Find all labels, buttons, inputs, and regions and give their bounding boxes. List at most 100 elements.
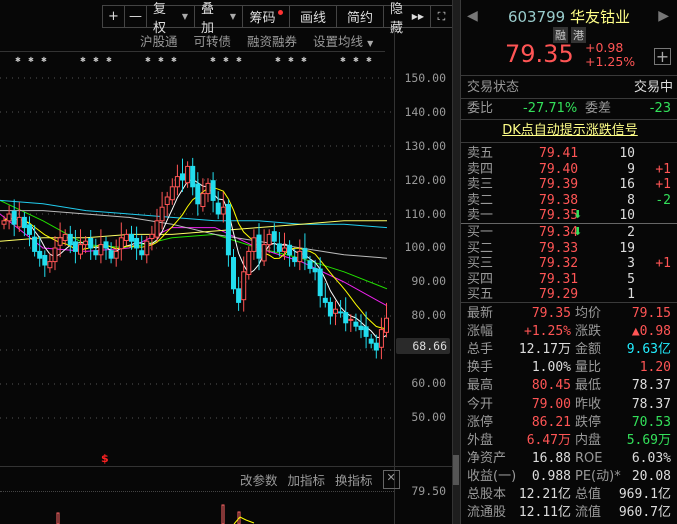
stat-label: 总值 xyxy=(575,487,602,502)
event-icon: ✱ xyxy=(366,56,372,64)
y-tick: 50.00 xyxy=(411,410,446,424)
dk-signal-link[interactable]: DK点自动提示涨跌信号 xyxy=(467,122,673,139)
candle xyxy=(139,250,145,256)
candle xyxy=(251,237,257,252)
add-indicator-button[interactable]: 加指标 xyxy=(288,470,326,489)
candle xyxy=(282,247,287,252)
stat-label: 涨跌 xyxy=(575,324,602,340)
stat-value: 0.988 xyxy=(531,468,571,484)
candle xyxy=(169,186,175,201)
level-change: +1 xyxy=(655,256,671,271)
level-price: 79.41 xyxy=(539,146,579,161)
candle xyxy=(164,196,170,205)
event-icon: ✱ xyxy=(171,56,177,64)
switch-indicator-button[interactable]: 换指标 xyxy=(335,470,373,489)
order-level[interactable]: 买一 79.34 2 xyxy=(467,225,673,240)
y-tick: 120.00 xyxy=(404,173,446,187)
stat-row: 涨幅 +1.25% 涨跌 ▲0.98 xyxy=(467,323,673,340)
change-pct: +1.25% xyxy=(585,54,636,69)
chips-button[interactable]: 筹码 xyxy=(243,6,290,27)
candle xyxy=(83,240,89,246)
ma-line-ma250 xyxy=(0,210,388,259)
y-tick: 80.00 xyxy=(411,308,446,322)
scrollbar-thumb[interactable] xyxy=(453,455,459,485)
ma-line-ma30 xyxy=(0,213,388,307)
event-icon: ✱ xyxy=(80,56,86,64)
candle xyxy=(134,237,140,249)
order-level[interactable]: 买三 79.32 3 +1 xyxy=(467,256,673,271)
level-label: 买四 xyxy=(467,271,494,287)
stat-label: 今开 xyxy=(467,396,494,412)
hide-button[interactable]: 隐藏 ▶▶ xyxy=(384,2,431,36)
stat-value: ▲0.98 xyxy=(631,324,671,340)
candle xyxy=(358,325,364,331)
candle xyxy=(241,271,247,301)
candle xyxy=(287,244,293,256)
candle xyxy=(159,206,165,222)
candle xyxy=(368,338,374,344)
candle xyxy=(343,312,349,324)
hsgt-button[interactable]: 沪股通 xyxy=(140,31,178,50)
stat-row: 今开 79.00 昨收 78.37 xyxy=(467,396,673,413)
zoom-out-button[interactable]: — xyxy=(125,6,147,27)
candle xyxy=(384,317,389,333)
stat-label: ROE xyxy=(575,450,603,466)
candle xyxy=(373,342,379,351)
candle xyxy=(118,237,124,250)
order-level[interactable]: 买二 79.33 19 xyxy=(467,241,673,256)
event-icon: ✱ xyxy=(41,56,47,64)
level-volume: 9 xyxy=(627,161,635,177)
adjust-dropdown[interactable]: 复权 ▼ xyxy=(147,2,195,36)
level-price: 79.40 xyxy=(539,161,579,177)
stock-name: 华友钴业 xyxy=(570,8,631,26)
event-marker[interactable]: $ xyxy=(101,452,109,465)
change-value: +0.98 xyxy=(585,40,624,55)
order-level[interactable]: 卖四 79.40 9 +1 xyxy=(467,162,673,177)
candle xyxy=(215,202,221,215)
candle xyxy=(261,244,267,262)
event-icon: ✱ xyxy=(275,56,281,64)
level-label: 买二 xyxy=(467,240,494,256)
candle xyxy=(327,301,333,317)
margin-trading-button[interactable]: 融资融券 xyxy=(247,31,297,50)
candle xyxy=(312,267,318,273)
zoom-in-button[interactable]: + xyxy=(103,6,125,27)
notification-dot-icon xyxy=(277,10,283,15)
ma-settings-dropdown[interactable]: 设置均线 ▼ xyxy=(313,31,373,50)
candle xyxy=(276,243,282,252)
order-level[interactable]: 卖五 79.41 10 xyxy=(467,146,673,161)
level-change: +1 xyxy=(655,161,671,177)
y-tick: 130.00 xyxy=(404,139,446,153)
order-level[interactable]: 卖三 79.39 16 +1 xyxy=(467,177,673,192)
candle xyxy=(353,321,359,327)
event-icon: ✱ xyxy=(93,56,99,64)
add-watchlist-button[interactable]: + xyxy=(654,48,671,65)
candle xyxy=(21,216,27,229)
event-icon: ✱ xyxy=(15,56,21,64)
overlay-dropdown[interactable]: 叠加 ▼ xyxy=(195,2,243,36)
y-tick: 150.00 xyxy=(404,71,446,85)
edit-params-button[interactable]: 改参数 xyxy=(240,470,278,489)
stat-label: PE(动)* xyxy=(575,468,621,484)
candle xyxy=(129,233,134,242)
order-level[interactable]: 卖二 79.38 8 -2 xyxy=(467,193,673,208)
simple-button[interactable]: 简约 xyxy=(337,6,384,27)
stat-label: 流通股 xyxy=(467,505,507,521)
draw-line-button[interactable]: 画线 xyxy=(290,6,337,27)
order-level[interactable]: 买四 79.31 5 xyxy=(467,272,673,287)
order-level[interactable]: 买五 79.29 1 xyxy=(467,287,673,302)
kline-chart[interactable]: ✱ ✱ ✱ ✱ ✱ ✱ ✱ ✱ ✱ ✱ ✱ ✱ ✱ ✱ ✱ ✱ ✱ ✱ xyxy=(0,55,394,467)
order-level[interactable]: 卖一 79.35 10 xyxy=(467,208,673,223)
close-icon[interactable]: ✕ xyxy=(382,470,400,489)
fullscreen-button[interactable]: ⛶ xyxy=(431,6,452,27)
candle xyxy=(174,176,180,188)
chevron-down-icon: ▼ xyxy=(229,12,236,21)
y-tick: 90.00 xyxy=(411,274,446,288)
convertible-bond-button[interactable]: 可转债 xyxy=(194,31,232,50)
level-label: 卖四 xyxy=(467,161,494,177)
candle xyxy=(37,250,43,259)
scrollbar[interactable] xyxy=(452,0,460,524)
stat-row: 最新 79.35 均价 79.15 xyxy=(467,305,673,322)
candle xyxy=(123,233,129,242)
indicator-bar: 沪股通 可转债 融资融券 设置均线 ▼ xyxy=(140,31,373,50)
